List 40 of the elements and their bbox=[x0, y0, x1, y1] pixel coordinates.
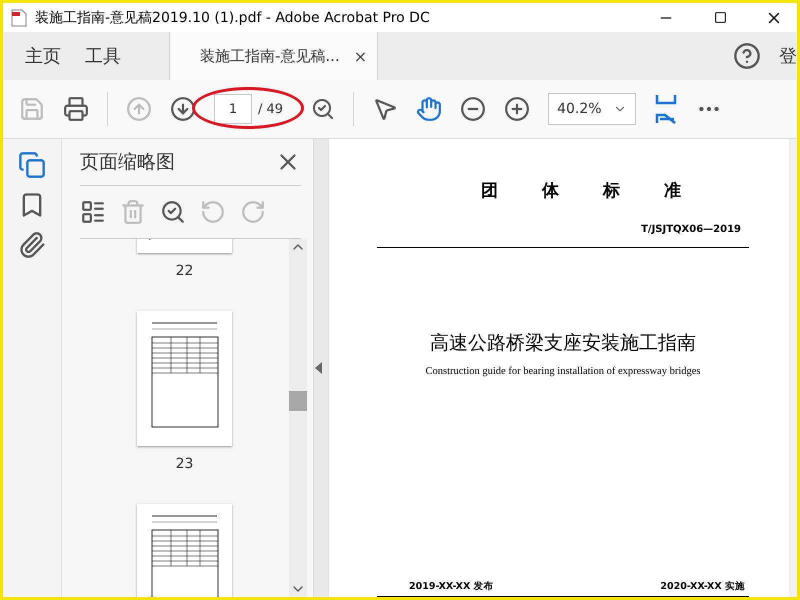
publish-date: 2019-XX-XX 发布 bbox=[409, 580, 494, 593]
heading-character: 团 bbox=[481, 180, 498, 202]
tab-close[interactable]: × bbox=[354, 46, 368, 66]
document-tab[interactable]: 装施工指南-意见稿... × bbox=[169, 32, 378, 80]
pdf-file-icon bbox=[11, 8, 27, 26]
heading-character: 体 bbox=[542, 180, 559, 202]
page-total: / 49 bbox=[258, 102, 284, 116]
nav-tab[interactable]: 主页 bbox=[13, 32, 73, 80]
scrollbar-thumb[interactable] bbox=[289, 391, 307, 411]
nav-tab[interactable]: 工具 bbox=[73, 32, 133, 80]
pages-icon[interactable] bbox=[18, 151, 46, 179]
down-arrow-circle-icon[interactable] bbox=[170, 96, 196, 122]
plus-circle-icon[interactable] bbox=[504, 96, 530, 122]
paperclip-icon[interactable] bbox=[18, 231, 46, 259]
scrollbar[interactable] bbox=[789, 139, 797, 597]
page-thumbnail[interactable] bbox=[137, 311, 232, 446]
window-title: 装施工指南-意见稿2019.10 (1).pdf - Adobe Acrobat Pro DC bbox=[35, 8, 431, 26]
fit-page-icon[interactable] bbox=[654, 93, 678, 125]
effective-date: 2020-XX-XX 实施 bbox=[660, 580, 745, 593]
maximize-icon[interactable] bbox=[714, 11, 726, 24]
document-subtitle: Construction guide for bearing installation of expressway bridges bbox=[426, 366, 700, 377]
standard-code: T/JSJTQX06—2019 bbox=[641, 224, 741, 235]
zoom-search-icon[interactable] bbox=[311, 97, 336, 121]
list-options-icon[interactable] bbox=[80, 199, 106, 225]
hand-icon[interactable] bbox=[416, 96, 442, 122]
print-icon[interactable] bbox=[63, 96, 89, 122]
page-number-field[interactable]: 1 bbox=[214, 94, 252, 124]
page-number: 23 bbox=[176, 456, 194, 472]
pointer-icon[interactable] bbox=[372, 96, 398, 122]
panel-title: 页面缩略图 bbox=[80, 150, 175, 175]
zoom-dropdown[interactable]: 40.2% bbox=[548, 93, 636, 125]
sign-in-link[interactable]: 登 bbox=[779, 44, 797, 68]
heading-character: 标 bbox=[603, 180, 620, 202]
document-title: 高速公路桥梁支座安装施工指南 bbox=[430, 331, 696, 356]
collapse-triangle-icon[interactable] bbox=[314, 361, 323, 375]
minus-circle-icon[interactable] bbox=[460, 96, 486, 122]
help-icon[interactable] bbox=[733, 42, 761, 70]
heading-character: 准 bbox=[664, 180, 681, 202]
scrollbar[interactable] bbox=[289, 239, 307, 597]
page-number: 22 bbox=[176, 263, 194, 279]
